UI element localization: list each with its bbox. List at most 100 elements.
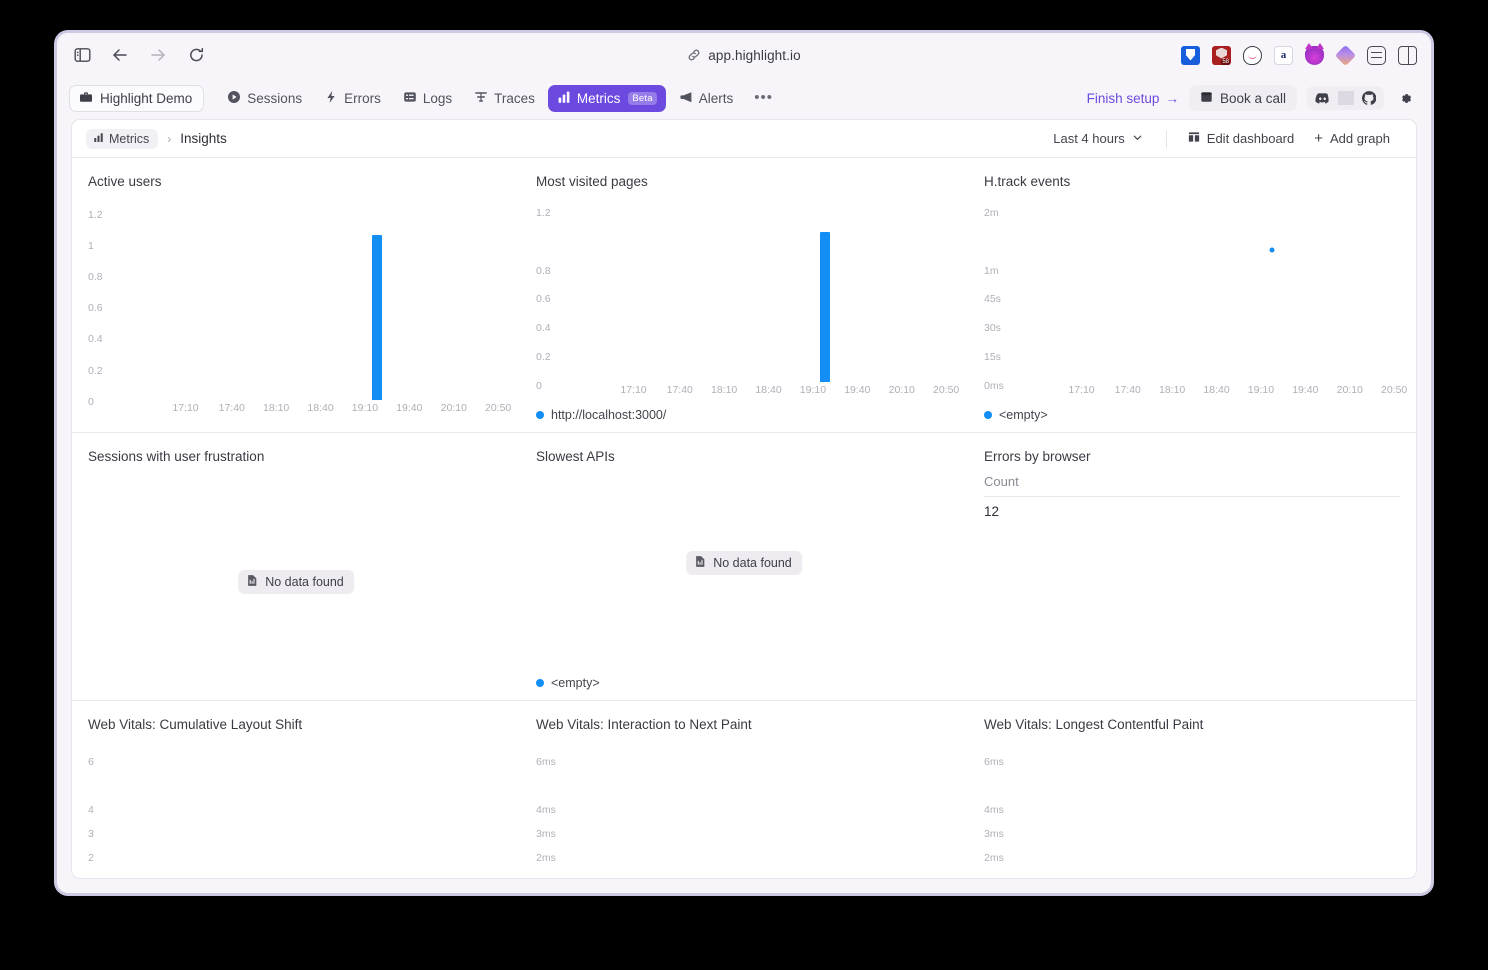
graph-row: Sessions with user frustration No data f… bbox=[72, 433, 1416, 701]
add-graph-label: Add graph bbox=[1330, 131, 1390, 146]
data-point[interactable] bbox=[1269, 247, 1275, 253]
graph-title: Active users bbox=[88, 174, 162, 189]
sidebar-toggle-icon[interactable] bbox=[71, 44, 93, 66]
chart-area: 6ms 4ms 3ms 2ms bbox=[536, 742, 952, 868]
legend-swatch bbox=[536, 679, 544, 687]
graph-card-active-users[interactable]: Active users 1.2 1 0.8 0.6 0.4 0.2 0 17:… bbox=[72, 158, 520, 432]
back-arrow-icon[interactable] bbox=[109, 44, 131, 66]
graph-card-web-vitals-lcp[interactable]: Web Vitals: Longest Contentful Paint 6ms… bbox=[968, 701, 1416, 878]
table-cell: 12 bbox=[984, 504, 1000, 519]
legend-label: <empty> bbox=[551, 676, 600, 690]
x-tick: 19:10 bbox=[351, 402, 379, 414]
y-tick: 3 bbox=[88, 827, 94, 840]
y-tick: 45s bbox=[984, 293, 1001, 306]
y-tick: 4 bbox=[88, 804, 94, 817]
logs-icon bbox=[403, 90, 417, 107]
x-tick: 19:40 bbox=[1292, 384, 1319, 396]
chart-legend: <empty> bbox=[984, 408, 1400, 422]
x-tick: 17:10 bbox=[1068, 384, 1095, 396]
x-tick: 18:40 bbox=[1203, 384, 1230, 396]
graph-card-errors-by-browser[interactable]: Errors by browser Count 12 bbox=[968, 433, 1416, 700]
empty-document-icon bbox=[246, 574, 258, 590]
tab-traces[interactable]: Traces bbox=[465, 85, 544, 112]
graph-card-slowest-apis[interactable]: Slowest APIs No data found <empty> bbox=[520, 433, 968, 700]
github-icon[interactable] bbox=[1354, 86, 1384, 110]
project-selector[interactable]: Highlight Demo bbox=[69, 84, 205, 112]
x-tick: 18:40 bbox=[755, 384, 782, 396]
bar-chart: 6 4 3 2 bbox=[88, 742, 504, 868]
empty-document-icon bbox=[694, 555, 706, 571]
tab-logs-label: Logs bbox=[422, 90, 453, 106]
edit-dashboard-button[interactable]: Edit dashboard bbox=[1178, 127, 1304, 150]
graph-card-most-visited-pages[interactable]: Most visited pages 1.2 0.8 0.6 0.4 0.2 0 bbox=[520, 158, 968, 432]
discord-icon[interactable] bbox=[1307, 87, 1338, 110]
bar-chart-icon bbox=[93, 132, 104, 146]
graph-title: Web Vitals: Longest Contentful Paint bbox=[984, 717, 1204, 732]
finish-setup-link[interactable]: Finish setup → bbox=[1087, 91, 1179, 106]
graph-title: Sessions with user frustration bbox=[88, 449, 265, 464]
browser-panel-toggle-icon[interactable] bbox=[1398, 45, 1417, 65]
graph-card-web-vitals-inp[interactable]: Web Vitals: Interaction to Next Paint 6m… bbox=[520, 701, 968, 878]
book-a-call-button[interactable]: Book a call bbox=[1188, 85, 1297, 111]
y-tick: 0 bbox=[88, 395, 94, 408]
graph-title: Web Vitals: Interaction to Next Paint bbox=[536, 717, 752, 732]
chart-area: No data found bbox=[536, 474, 952, 672]
social-links-group bbox=[1307, 86, 1384, 110]
tab-logs[interactable]: Logs bbox=[394, 85, 461, 112]
plot-region bbox=[578, 199, 948, 382]
no-data-badge: No data found bbox=[686, 551, 802, 576]
tab-alerts[interactable]: Alerts bbox=[670, 85, 743, 112]
breadcrumb-root-label: Metrics bbox=[109, 131, 150, 146]
chart-legend: http://localhost:3000/ bbox=[536, 408, 952, 422]
more-tabs-button[interactable]: ••• bbox=[746, 88, 781, 108]
speech-bubble-extension-icon[interactable] bbox=[1243, 45, 1262, 65]
x-tick: 18:40 bbox=[307, 402, 334, 414]
x-tick: 18:10 bbox=[1159, 384, 1186, 396]
x-tick: 20:10 bbox=[440, 402, 467, 414]
tab-sessions[interactable]: Sessions bbox=[218, 85, 311, 112]
bar[interactable] bbox=[820, 231, 831, 382]
tab-errors[interactable]: Errors bbox=[315, 85, 390, 112]
reload-icon[interactable] bbox=[185, 44, 207, 66]
no-data-label: No data found bbox=[713, 556, 792, 571]
tab-errors-label: Errors bbox=[344, 90, 381, 106]
table-column-header: Count bbox=[984, 472, 1400, 497]
app-navigation-header: Highlight Demo Sessions Errors Logs Trac… bbox=[57, 77, 1431, 119]
browser-window: app.highlight.io a Highlight Demo bbox=[54, 30, 1434, 896]
table-row[interactable]: 12 bbox=[984, 497, 1400, 519]
finish-setup-label: Finish setup bbox=[1086, 90, 1160, 106]
cat-extension-icon[interactable] bbox=[1305, 42, 1324, 65]
chart-area: 6 4 3 2 bbox=[88, 742, 504, 868]
bitwarden-extension-icon[interactable] bbox=[1181, 45, 1200, 65]
diamond-extension-icon[interactable] bbox=[1334, 44, 1357, 66]
x-tick: 19:40 bbox=[844, 384, 871, 396]
tab-metrics[interactable]: Metrics Beta bbox=[547, 84, 666, 112]
x-tick: 17:40 bbox=[218, 402, 245, 414]
graph-card-h-track-events[interactable]: H.track events 2m 1m 45s 30s 15s 0ms 17:… bbox=[968, 158, 1416, 432]
settings-sliders-extension-icon[interactable] bbox=[1367, 45, 1386, 65]
dashboard-panel: Metrics › Insights Last 4 hours Edit das… bbox=[71, 119, 1417, 879]
tab-sessions-label: Sessions bbox=[247, 90, 303, 106]
letter-a-extension-icon[interactable]: a bbox=[1274, 45, 1293, 65]
forward-arrow-icon[interactable] bbox=[147, 44, 169, 66]
y-tick: 30s bbox=[984, 322, 1001, 335]
graph-card-web-vitals-cls[interactable]: Web Vitals: Cumulative Layout Shift 6 4 … bbox=[72, 701, 520, 878]
add-graph-button[interactable]: + Add graph bbox=[1304, 127, 1400, 150]
traces-icon bbox=[474, 90, 488, 107]
x-tick: 18:10 bbox=[263, 402, 290, 414]
y-tick: 0.2 bbox=[536, 350, 551, 363]
no-data-label: No data found bbox=[265, 575, 344, 589]
plus-icon: + bbox=[1314, 129, 1323, 147]
scatter-chart: 2m 1m 45s 30s 15s 0ms 17:10 17:40 18:10 … bbox=[984, 199, 1407, 404]
graph-card-sessions-with-user-frustration[interactable]: Sessions with user frustration No data f… bbox=[72, 433, 520, 700]
app-header-actions: Finish setup → Book a call bbox=[1087, 85, 1417, 111]
bar-chart: 1.2 1 0.8 0.6 0.4 0.2 0 17:10 17:40 18:1… bbox=[88, 199, 511, 422]
bar[interactable] bbox=[372, 235, 383, 400]
bar-chart: 1.2 0.8 0.6 0.4 0.2 0 17:10 17:40 18:10 … bbox=[536, 199, 959, 404]
ublock-origin-extension-icon[interactable] bbox=[1212, 45, 1231, 65]
settings-gear-icon[interactable] bbox=[1394, 86, 1417, 111]
breadcrumb-metrics[interactable]: Metrics bbox=[86, 128, 159, 149]
y-tick: 1m bbox=[984, 264, 999, 277]
y-tick: 15s bbox=[984, 350, 1001, 363]
time-range-selector[interactable]: Last 4 hours bbox=[1041, 127, 1155, 150]
